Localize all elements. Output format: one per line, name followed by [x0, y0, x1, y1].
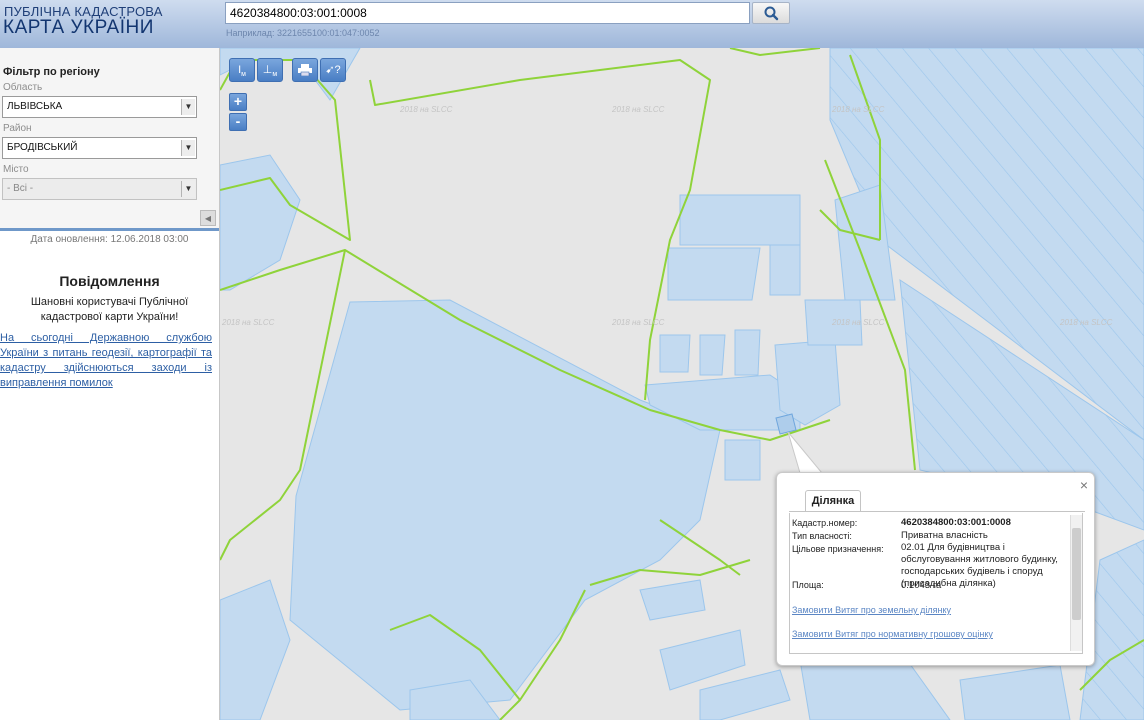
scrollbar-thumb[interactable] — [1072, 528, 1081, 620]
app-header: ПУБЛІЧНА КАДАСТРОВА КАРТА УКРАЇНИ Наприк… — [0, 0, 1144, 49]
filter-title: Фільтр по регіону — [3, 66, 100, 78]
chevron-left-icon: ◀ — [204, 214, 212, 223]
watermark: 2018 на SLCC — [611, 105, 665, 114]
notice-link[interactable]: На сьогодні Державною службою України з … — [0, 331, 212, 391]
parcel[interactable] — [734, 329, 761, 376]
search-hint: Наприклад: 3221655100:01:047:0052 — [226, 28, 380, 38]
measure-length-button[interactable]: Iм — [229, 58, 255, 82]
misto-label: Місто — [3, 164, 29, 175]
identify-button[interactable]: ➹? — [320, 58, 346, 82]
popup-tail — [787, 432, 824, 474]
logo-line-2: КАРТА УКРАЇНИ — [3, 17, 154, 38]
watermark: 2018 на SLCC — [611, 318, 665, 327]
parcel[interactable] — [679, 194, 801, 246]
order-valuation-extract-link[interactable]: Замовити Витяг про нормативну грошову оц… — [792, 629, 993, 639]
parcel-info-popup: × Ділянка Кадастр.номер: 4620384800:03:0… — [776, 472, 1095, 666]
chevron-down-icon: ▼ — [181, 99, 195, 115]
watermark: 2018 на SLCC — [1059, 318, 1113, 327]
rayon-select[interactable]: БРОДІВСЬКИЙ ▼ — [2, 137, 197, 159]
field-cadastral-number-value: 4620384800:03:001:0008 — [901, 517, 1011, 528]
tab-parcel[interactable]: Ділянка — [805, 490, 861, 511]
parcel[interactable] — [769, 244, 801, 296]
notice-title: Повідомлення — [59, 273, 160, 289]
watermark: 2018 на SLCC — [831, 318, 885, 327]
popup-scrollbar[interactable] — [1070, 515, 1082, 651]
region-filter-panel: Фільтр по регіону Область ЛЬВІВСЬКА ▼ Ра… — [0, 48, 219, 231]
area-ruler-icon: ⊥м — [262, 64, 278, 79]
print-icon — [298, 64, 312, 77]
misto-select[interactable]: - Всі - ▼ — [2, 178, 197, 200]
collapse-sidebar-button[interactable]: ◀ — [200, 210, 216, 226]
ruler-icon: Iм — [238, 64, 246, 79]
search-button[interactable] — [752, 2, 790, 24]
parcel[interactable] — [699, 334, 726, 376]
print-button[interactable] — [292, 58, 318, 82]
field-cadastral-number-key: Кадастр.номер: — [792, 518, 858, 528]
zoom-out-button[interactable]: - — [229, 113, 247, 131]
rayon-label: Район — [3, 123, 32, 134]
zoom-in-button[interactable]: + — [229, 93, 247, 111]
chevron-down-icon: ▼ — [181, 140, 195, 156]
search-icon — [764, 6, 779, 21]
field-ownership-key: Тип власності: — [792, 531, 852, 541]
watermark: 2018 на SLCC — [399, 105, 453, 114]
close-icon[interactable]: × — [1080, 477, 1088, 493]
measure-area-button[interactable]: ⊥м — [257, 58, 283, 82]
chevron-down-icon: ▼ — [181, 181, 195, 197]
parcel[interactable] — [659, 334, 691, 373]
misto-value: - Всі - — [7, 183, 34, 194]
parcel[interactable] — [667, 247, 761, 301]
oblast-value: ЛЬВІВСЬКА — [7, 101, 63, 112]
update-date: Дата оновлення: 12.06.2018 03:00 — [30, 234, 189, 245]
parcel[interactable] — [724, 439, 761, 481]
watermark: 2018 на SLCC — [221, 318, 275, 327]
order-parcel-extract-link[interactable]: Замовити Витяг про земельну ділянку — [792, 605, 951, 615]
field-area-key: Площа: — [792, 580, 824, 590]
sidebar: Фільтр по регіону Область ЛЬВІВСЬКА ▼ Ра… — [0, 48, 220, 720]
selected-parcel[interactable] — [775, 413, 797, 435]
watermark: 2018 на SLCC — [831, 105, 885, 114]
rayon-value: БРОДІВСЬКИЙ — [7, 142, 78, 153]
oblast-label: Область — [3, 82, 43, 93]
cadastral-search-input[interactable] — [225, 2, 750, 24]
oblast-select[interactable]: ЛЬВІВСЬКА ▼ — [2, 96, 197, 118]
field-purpose-key: Цільове призначення: — [792, 544, 884, 554]
field-area-value: 0.1043 га — [901, 580, 942, 591]
notice-body: Шановні користувачі Публічної кадастрово… — [30, 296, 189, 323]
tab-divider — [789, 511, 1085, 512]
field-ownership-value: Приватна власність — [901, 530, 988, 541]
identify-icon: ➹? — [325, 64, 341, 76]
